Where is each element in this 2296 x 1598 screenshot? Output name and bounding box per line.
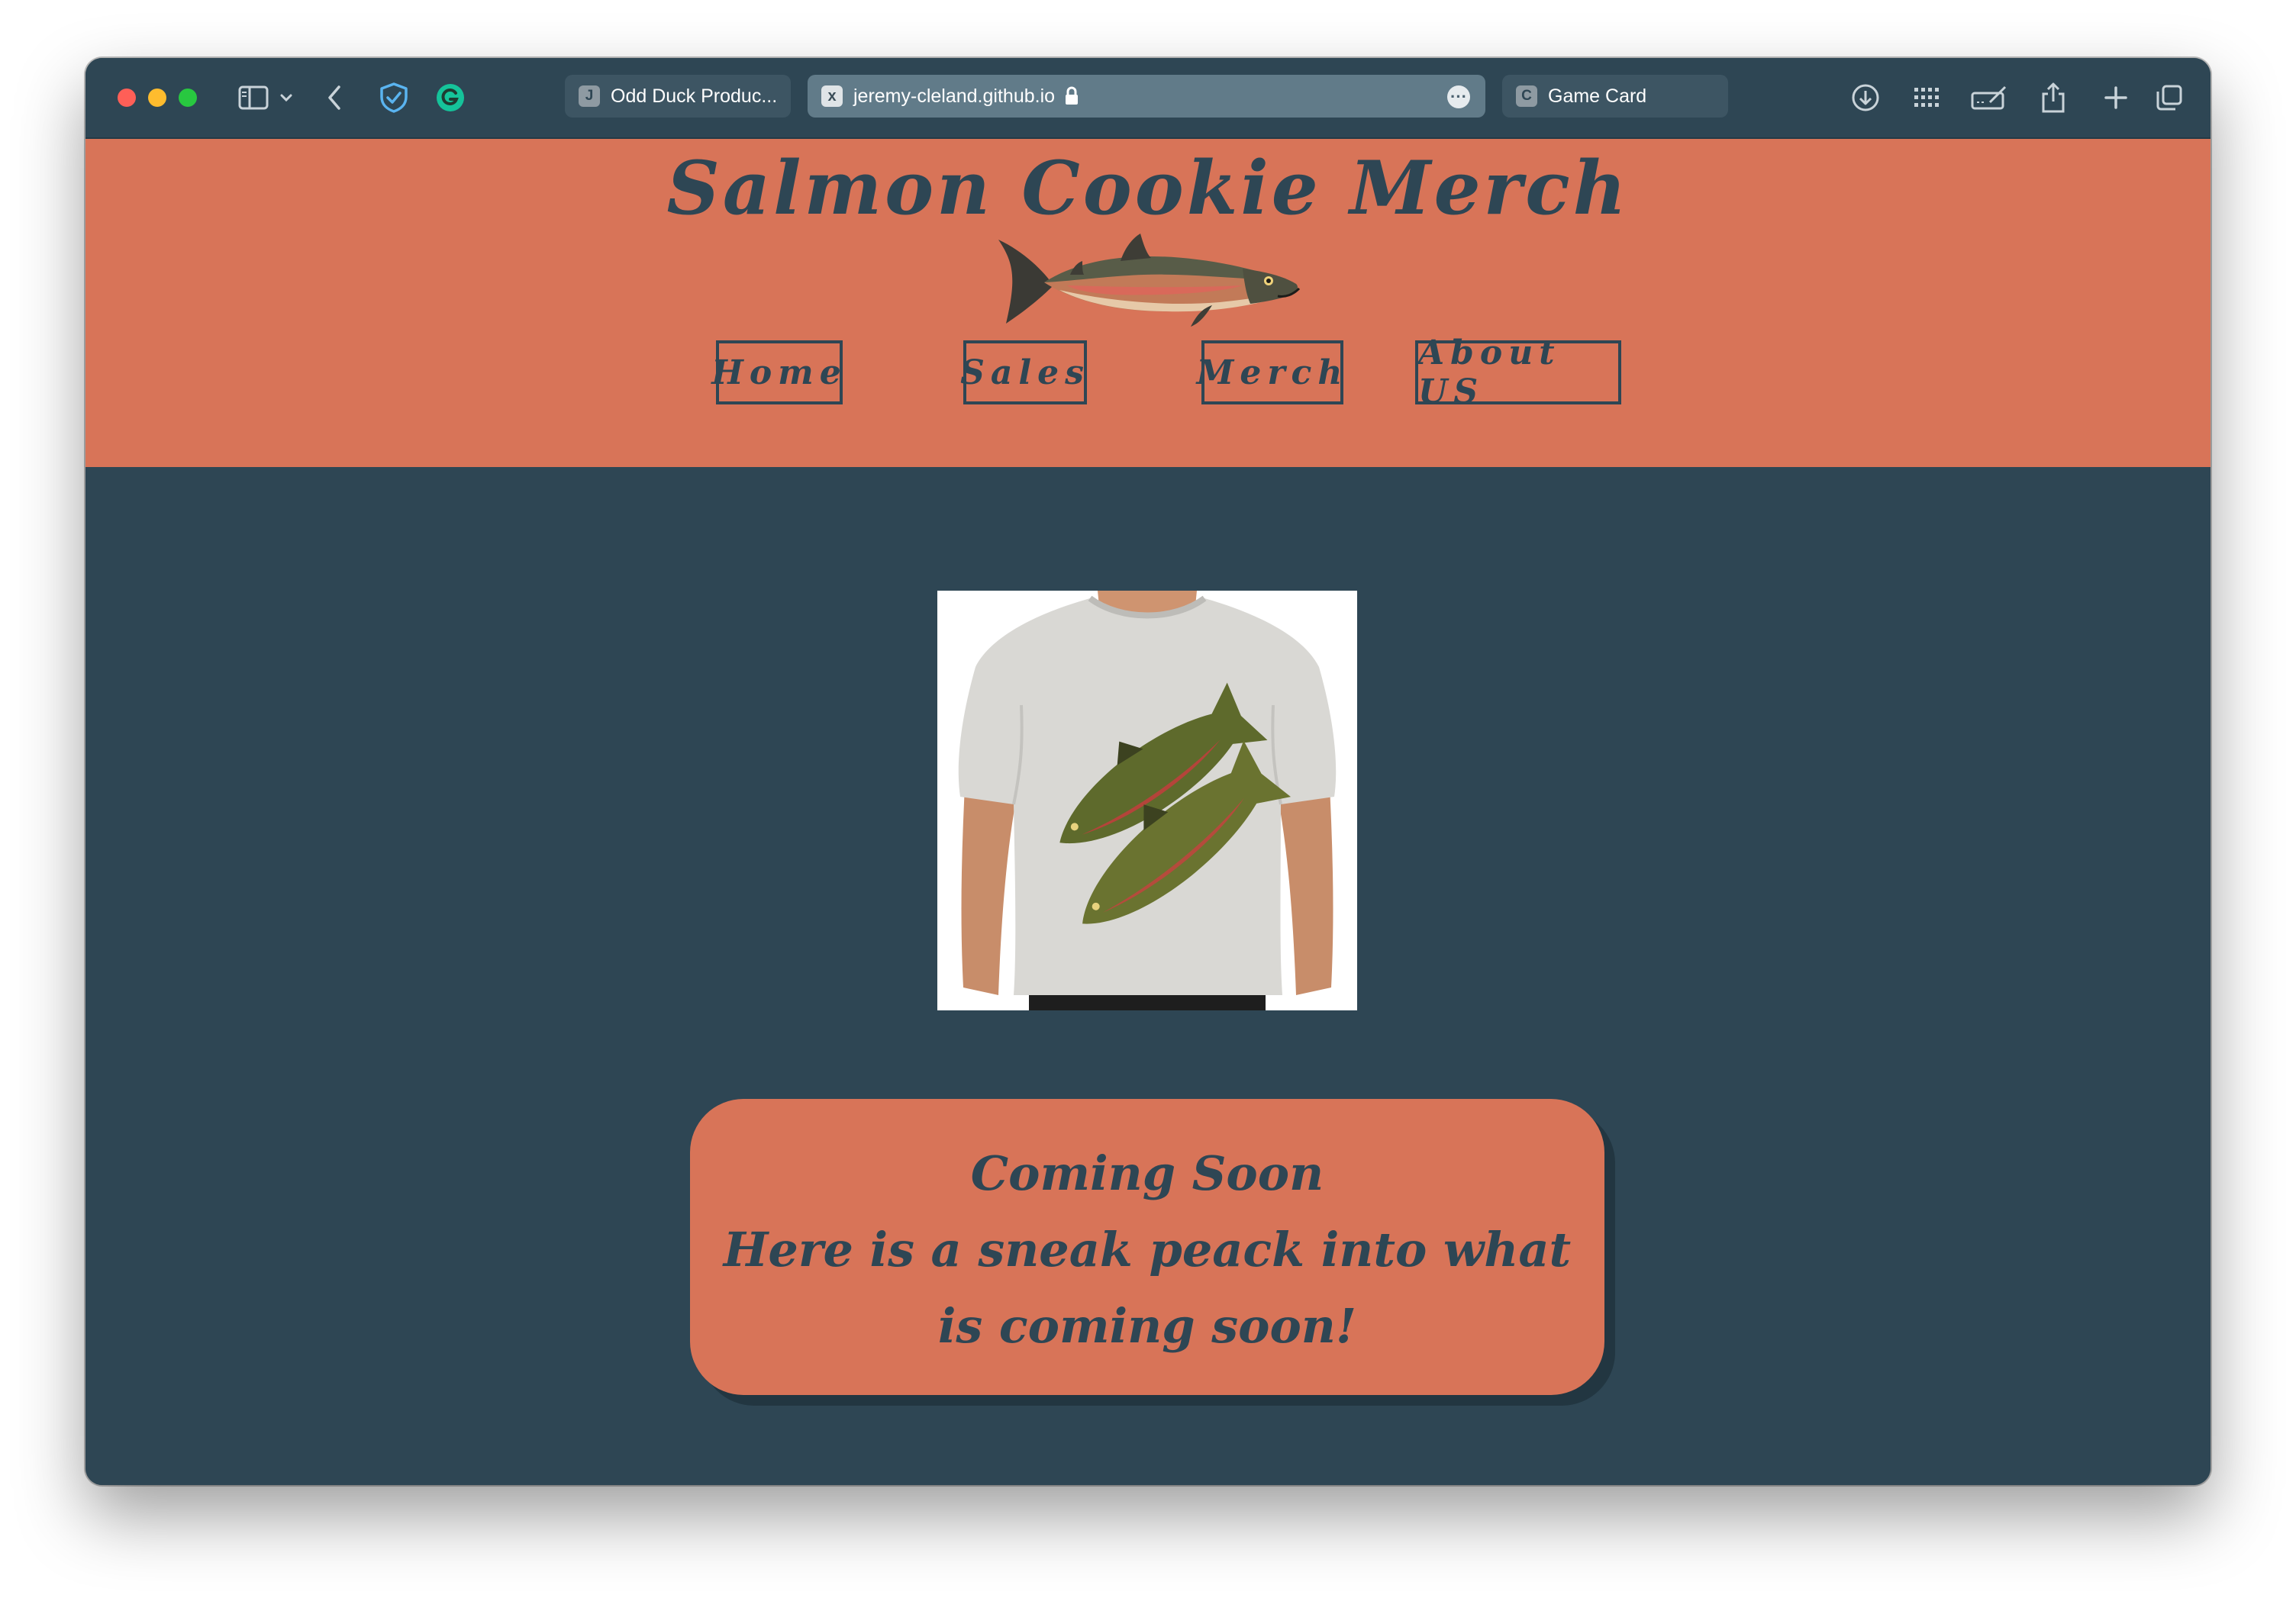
address-bar-url[interactable]: jeremy-cleland.github.io xyxy=(853,85,1055,108)
tab-label: Odd Duck Produc... xyxy=(611,85,778,107)
coming-soon-heading: Coming Soon xyxy=(970,1145,1324,1201)
nav-merch-button[interactable]: Merch xyxy=(1197,340,1343,404)
coming-soon-card: Coming Soon Here is a sneak peack into w… xyxy=(690,1099,1604,1395)
download-icon[interactable] xyxy=(1849,79,1882,116)
share-icon[interactable] xyxy=(2036,79,2070,116)
tabs-icon[interactable] xyxy=(2152,79,2186,116)
grammarly-icon[interactable] xyxy=(434,79,467,116)
tab-game-card[interactable]: C Game Card xyxy=(1502,75,1728,118)
web-page: Salmon Cookie Merch Home Sales Merch Abo… xyxy=(85,139,2211,1485)
browser-toolbar: J Odd Duck Produc... x jeremy-cleland.gi… xyxy=(85,58,2211,139)
chevron-down-icon[interactable] xyxy=(276,79,296,116)
more-options-icon[interactable]: ··· xyxy=(1447,85,1470,108)
grid-icon[interactable] xyxy=(1910,79,1943,116)
nav-about-button[interactable]: About US xyxy=(1415,333,1621,411)
tab-favicon: C xyxy=(1516,85,1537,107)
tab-favicon: x xyxy=(821,85,843,107)
annotate-icon[interactable] xyxy=(1968,79,2011,116)
sidebar-icon[interactable] xyxy=(235,79,272,116)
page-title: Salmon Cookie Merch xyxy=(666,145,1630,231)
nav-sales-button[interactable]: Sales xyxy=(960,340,1087,404)
lock-icon xyxy=(1064,86,1079,106)
nav-home-button[interactable]: Home xyxy=(711,340,843,404)
page-header: Salmon Cookie Merch Home Sales Merch Abo… xyxy=(85,139,2211,467)
tab-label: Game Card xyxy=(1548,85,1647,107)
minimize-window-button[interactable] xyxy=(148,89,166,107)
plus-icon[interactable] xyxy=(2102,79,2130,116)
tab-favicon: J xyxy=(579,85,600,107)
coming-soon-message: Here is a sneak peack into what is comin… xyxy=(723,1222,1572,1354)
tab-odd-duck[interactable]: J Odd Duck Produc... xyxy=(565,75,791,118)
shield-check-icon[interactable] xyxy=(377,79,411,116)
tab-jeremy-cleland[interactable]: x jeremy-cleland.github.io ··· xyxy=(808,75,1485,118)
salmon-logo xyxy=(991,232,1304,328)
tshirt-product-image xyxy=(937,591,1357,1010)
close-window-button[interactable] xyxy=(118,89,136,107)
browser-window: J Odd Duck Produc... x jeremy-cleland.gi… xyxy=(85,58,2211,1485)
desktop: J Odd Duck Produc... x jeremy-cleland.gi… xyxy=(0,0,2296,1598)
zoom-window-button[interactable] xyxy=(179,89,197,107)
chevron-left-icon[interactable] xyxy=(322,79,347,116)
